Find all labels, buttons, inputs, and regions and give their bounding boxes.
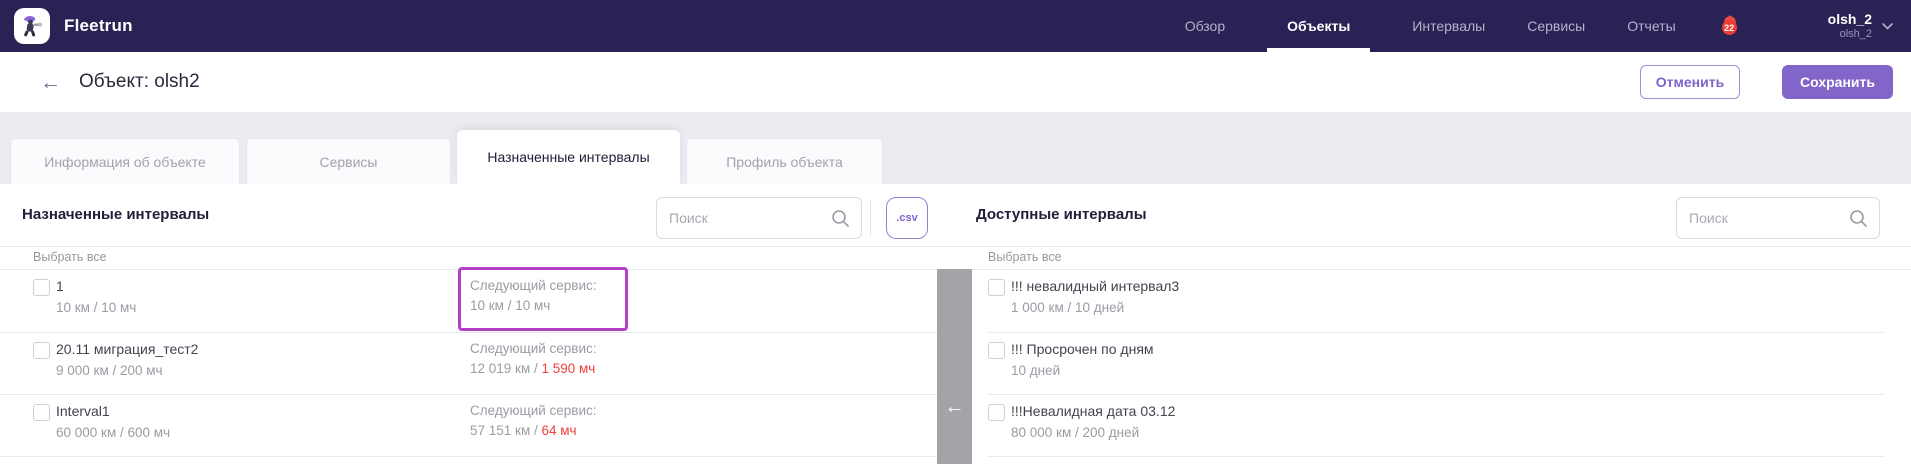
next-service-label: Следующий сервис:: [470, 403, 597, 418]
available-panel-title: Доступные интервалы: [976, 206, 1147, 223]
next-service-alert: 64 мч: [541, 423, 577, 438]
user-name: olsh_2: [1827, 11, 1872, 27]
next-service-info: Следующий сервис: 57 151 км / 64 мч: [470, 401, 597, 441]
assigned-search-input[interactable]: [669, 199, 821, 237]
interval-name[interactable]: !!! невалидный интервал3: [1011, 278, 1179, 294]
next-service-value: 10 км / 10 мч: [470, 298, 551, 313]
nav-item-reports[interactable]: Отчеты: [1627, 0, 1675, 52]
notifications-bell-icon[interactable]: 22: [1720, 13, 1742, 39]
nav-item-intervals[interactable]: Интервалы: [1412, 0, 1485, 52]
row-divider: [0, 394, 937, 395]
user-menu[interactable]: olsh_2 olsh_2: [1828, 11, 1872, 41]
next-service-value: 57 151 км /: [470, 423, 542, 438]
interval-spec: 9 000 км / 200 мч: [56, 363, 163, 378]
assigned-search: [656, 197, 862, 239]
object-header: ← Объект: olsh2 Отменить Сохранить: [0, 52, 1911, 112]
nav-item-overview[interactable]: Обзор: [1185, 0, 1225, 52]
search-icon: [1849, 209, 1868, 233]
nav-item-objects[interactable]: Объекты: [1267, 0, 1371, 52]
row-divider: [0, 456, 937, 457]
row-checkbox[interactable]: [33, 342, 50, 359]
export-csv-button[interactable]: .csv: [886, 197, 928, 239]
assigned-select-all[interactable]: Выбрать все: [33, 250, 107, 264]
row-checkbox[interactable]: [988, 342, 1005, 359]
row-divider: [988, 394, 1884, 395]
chevron-down-icon[interactable]: [1882, 22, 1893, 30]
row-divider: [0, 332, 937, 333]
interval-name[interactable]: Interval1: [56, 403, 110, 419]
next-service-value: 12 019 км /: [470, 361, 542, 376]
tab-object-profile[interactable]: Профиль объекта: [686, 138, 883, 184]
interval-spec: 10 км / 10 мч: [56, 300, 137, 315]
intervals-content: Назначенные интервалы .csv Доступные инт…: [0, 184, 1911, 464]
available-select-all[interactable]: Выбрать все: [988, 250, 1062, 264]
tab-assigned-intervals[interactable]: Назначенные интервалы: [457, 130, 680, 184]
user-account: olsh_2: [1839, 27, 1872, 40]
save-button[interactable]: Сохранить: [1782, 65, 1893, 99]
main-nav: Обзор Объекты Интервалы Сервисы Отчеты: [1185, 0, 1676, 52]
interval-name[interactable]: 1: [56, 278, 64, 294]
page-title: Объект: olsh2: [79, 71, 200, 92]
tab-object-info[interactable]: Информация об объекте: [10, 138, 240, 184]
interval-name[interactable]: 20.11 миграция_тест2: [56, 341, 198, 357]
row-checkbox[interactable]: [988, 279, 1005, 296]
row-checkbox[interactable]: [33, 404, 50, 421]
interval-spec: 1 000 км / 10 дней: [1011, 300, 1125, 315]
back-arrow-icon[interactable]: ←: [40, 72, 61, 93]
interval-spec: 10 дней: [1011, 363, 1061, 378]
interval-spec: 80 000 км / 200 дней: [1011, 425, 1140, 440]
divider: [0, 246, 1911, 247]
row-checkbox[interactable]: [33, 279, 50, 296]
next-service-label: Следующий сервис:: [470, 341, 597, 356]
available-search: [1676, 197, 1880, 239]
notification-count-badge: 22: [1721, 20, 1737, 35]
next-service-alert: 1 590 мч: [541, 361, 596, 376]
row-divider: [988, 456, 1884, 457]
cancel-button[interactable]: Отменить: [1640, 65, 1740, 99]
top-bar: Fleetrun Обзор Объекты Интервалы Сервисы…: [0, 0, 1911, 52]
next-service-label: Следующий сервис:: [470, 278, 597, 293]
vertical-divider: [870, 200, 871, 236]
brand-title: Fleetrun: [64, 16, 133, 35]
available-search-input[interactable]: [1689, 199, 1839, 237]
tab-services[interactable]: Сервисы: [246, 138, 451, 184]
interval-name[interactable]: !!!Невалидная дата 03.12: [1011, 403, 1175, 419]
move-left-arrow-icon[interactable]: ←: [937, 395, 972, 419]
interval-spec: 60 000 км / 600 мч: [56, 425, 171, 440]
next-service-info: Следующий сервис: 10 км / 10 мч: [470, 276, 597, 316]
transfer-divider-strip: ←: [937, 269, 972, 464]
row-checkbox[interactable]: [988, 404, 1005, 421]
assigned-panel-title: Назначенные интервалы: [22, 206, 210, 223]
interval-name[interactable]: !!! Просрочен по дням: [1011, 341, 1154, 357]
tab-strip: Информация об объекте Сервисы Назначенны…: [0, 112, 1911, 184]
fleetrun-logo-icon: [14, 8, 50, 44]
nav-item-services[interactable]: Сервисы: [1527, 0, 1585, 52]
next-service-info: Следующий сервис: 12 019 км / 1 590 мч: [470, 339, 597, 379]
search-icon: [831, 209, 850, 233]
row-divider: [988, 332, 1884, 333]
mechanic-icon: [24, 16, 42, 37]
